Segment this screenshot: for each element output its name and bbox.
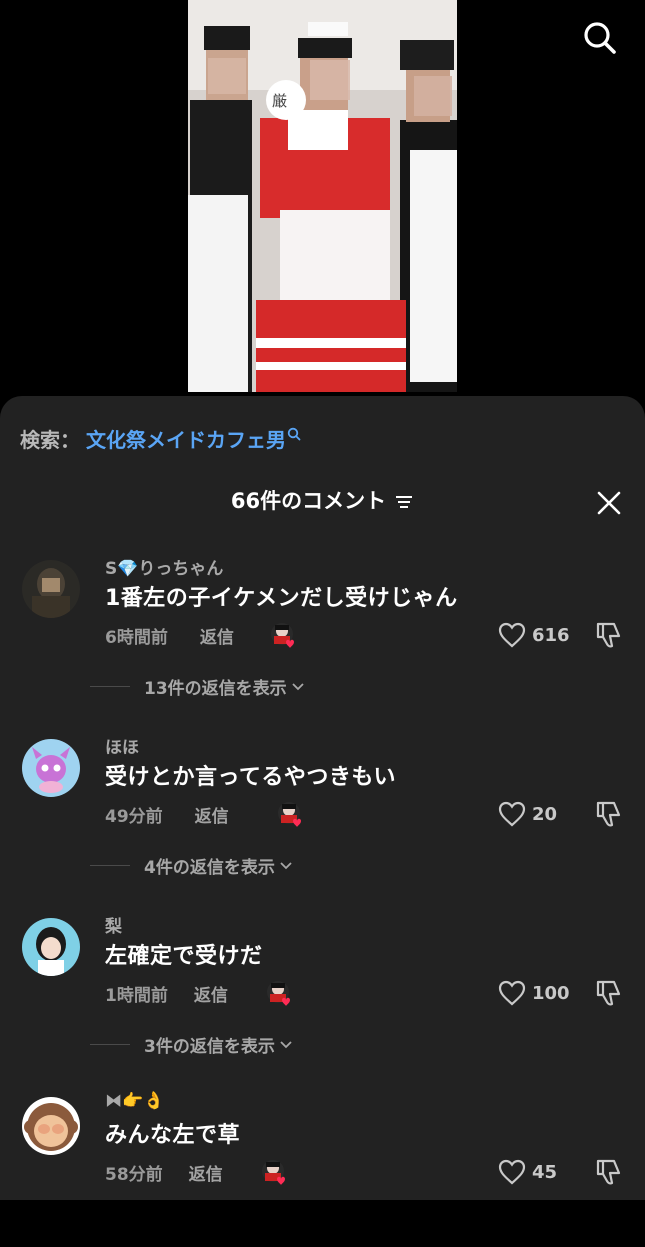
svg-text:厳: 厳	[272, 92, 287, 110]
top-search-button[interactable]	[578, 16, 622, 60]
comment-item: S💎りっちゃん 1番左の子イケメンだし受けじゃん 6時間前 返信 616 13件…	[0, 559, 645, 710]
thumbs-down-icon	[596, 622, 621, 648]
dislike-button[interactable]	[594, 799, 624, 829]
comment-username[interactable]: S💎りっちゃん	[105, 554, 223, 579]
comment-meta: 1時間前 返信	[105, 980, 292, 1006]
like-count: 20	[532, 803, 558, 825]
like-count: 45	[532, 1161, 558, 1183]
divider	[90, 1043, 130, 1045]
comment-text: 受けとか言ってるやつきもい	[105, 765, 396, 790]
view-replies-button[interactable]: 13件の返信を表示	[90, 674, 305, 699]
like-count: 616	[532, 624, 570, 646]
search-label: 検索：	[20, 427, 80, 452]
view-replies-button[interactable]: 3件の返信を表示	[90, 1032, 293, 1057]
thumbs-down-icon	[596, 1159, 621, 1185]
chevron-down-icon	[292, 683, 304, 691]
comment-item: ほほ 受けとか言ってるやつきもい 49分前 返信 20 4件の返信を表示	[0, 738, 645, 889]
search-term-link[interactable]: 文化祭メイドカフェ男	[86, 424, 286, 453]
avatar[interactable]	[22, 560, 80, 618]
creator-liked-badge	[270, 622, 296, 648]
reply-button[interactable]: 返信	[189, 1160, 223, 1185]
like-count: 100	[532, 982, 570, 1004]
comment-username[interactable]: 梨	[105, 912, 122, 937]
comment-text: 左確定で受けだ	[105, 944, 263, 969]
divider	[90, 864, 130, 866]
dislike-button[interactable]	[594, 978, 624, 1008]
close-comments-button[interactable]	[592, 486, 626, 520]
comment-username[interactable]: ⧓👉👌	[105, 1091, 164, 1111]
search-icon	[287, 427, 301, 441]
like-button[interactable]: 616	[498, 620, 570, 650]
comments-count-title: 66件のコメント	[230, 489, 387, 513]
comment-username[interactable]: ほほ	[105, 733, 139, 758]
dislike-button[interactable]	[594, 1157, 624, 1187]
video-thumbnail[interactable]: 厳	[188, 0, 457, 392]
comments-sheet: 検索： 文化祭メイドカフェ男 66件のコメント S�	[0, 396, 645, 1200]
comment-meta: 49分前 返信	[105, 801, 303, 827]
avatar[interactable]	[22, 918, 80, 976]
like-button[interactable]: 20	[498, 799, 557, 829]
heart-outline-icon	[498, 801, 526, 827]
reply-button[interactable]: 返信	[200, 623, 234, 648]
heart-outline-icon	[498, 1159, 526, 1185]
related-search[interactable]: 検索： 文化祭メイドカフェ男	[20, 422, 301, 454]
divider	[90, 685, 130, 687]
chevron-down-icon	[280, 862, 292, 870]
comments-header: 66件のコメント	[0, 482, 645, 518]
search-icon	[584, 22, 616, 54]
dislike-button[interactable]	[594, 620, 624, 650]
view-replies-button[interactable]: 4件の返信を表示	[90, 853, 293, 878]
comment-item: 梨 左確定で受けだ 1時間前 返信 100 3件の返信を表示	[0, 917, 645, 1068]
view-replies-label: 13件の返信を表示	[144, 678, 287, 699]
comment-text: みんな左で草	[105, 1123, 241, 1148]
comment-meta: 58分前 返信	[105, 1159, 287, 1185]
like-button[interactable]: 100	[498, 978, 570, 1008]
comment-time: 58分前	[105, 1164, 163, 1185]
heart-outline-icon	[498, 980, 526, 1006]
video-area: 厳	[0, 0, 645, 410]
thumbs-down-icon	[596, 801, 621, 827]
comment-text: 1番左の子イケメンだし受けじゃん	[105, 586, 458, 611]
view-replies-label: 3件の返信を表示	[144, 1036, 275, 1057]
heart-outline-icon	[498, 622, 526, 648]
like-button[interactable]: 45	[498, 1157, 557, 1187]
reply-button[interactable]: 返信	[194, 981, 228, 1006]
creator-liked-badge	[277, 801, 303, 827]
creator-liked-badge	[266, 980, 292, 1006]
avatar[interactable]	[22, 739, 80, 797]
avatar[interactable]	[22, 1097, 80, 1155]
filter-lines-icon[interactable]	[394, 494, 414, 510]
comment-time: 6時間前	[105, 627, 168, 648]
comment-time: 49分前	[105, 806, 163, 827]
comment-meta: 6時間前 返信	[105, 622, 296, 648]
chevron-down-icon	[280, 1041, 292, 1049]
comment-item: ⧓👉👌 みんな左で草 58分前 返信 45	[0, 1091, 645, 1247]
view-replies-label: 4件の返信を表示	[144, 857, 275, 878]
reply-button[interactable]: 返信	[195, 802, 229, 827]
comment-time: 1時間前	[105, 985, 168, 1006]
close-icon	[597, 491, 621, 515]
thumbs-down-icon	[596, 980, 621, 1006]
creator-liked-badge	[261, 1159, 287, 1185]
